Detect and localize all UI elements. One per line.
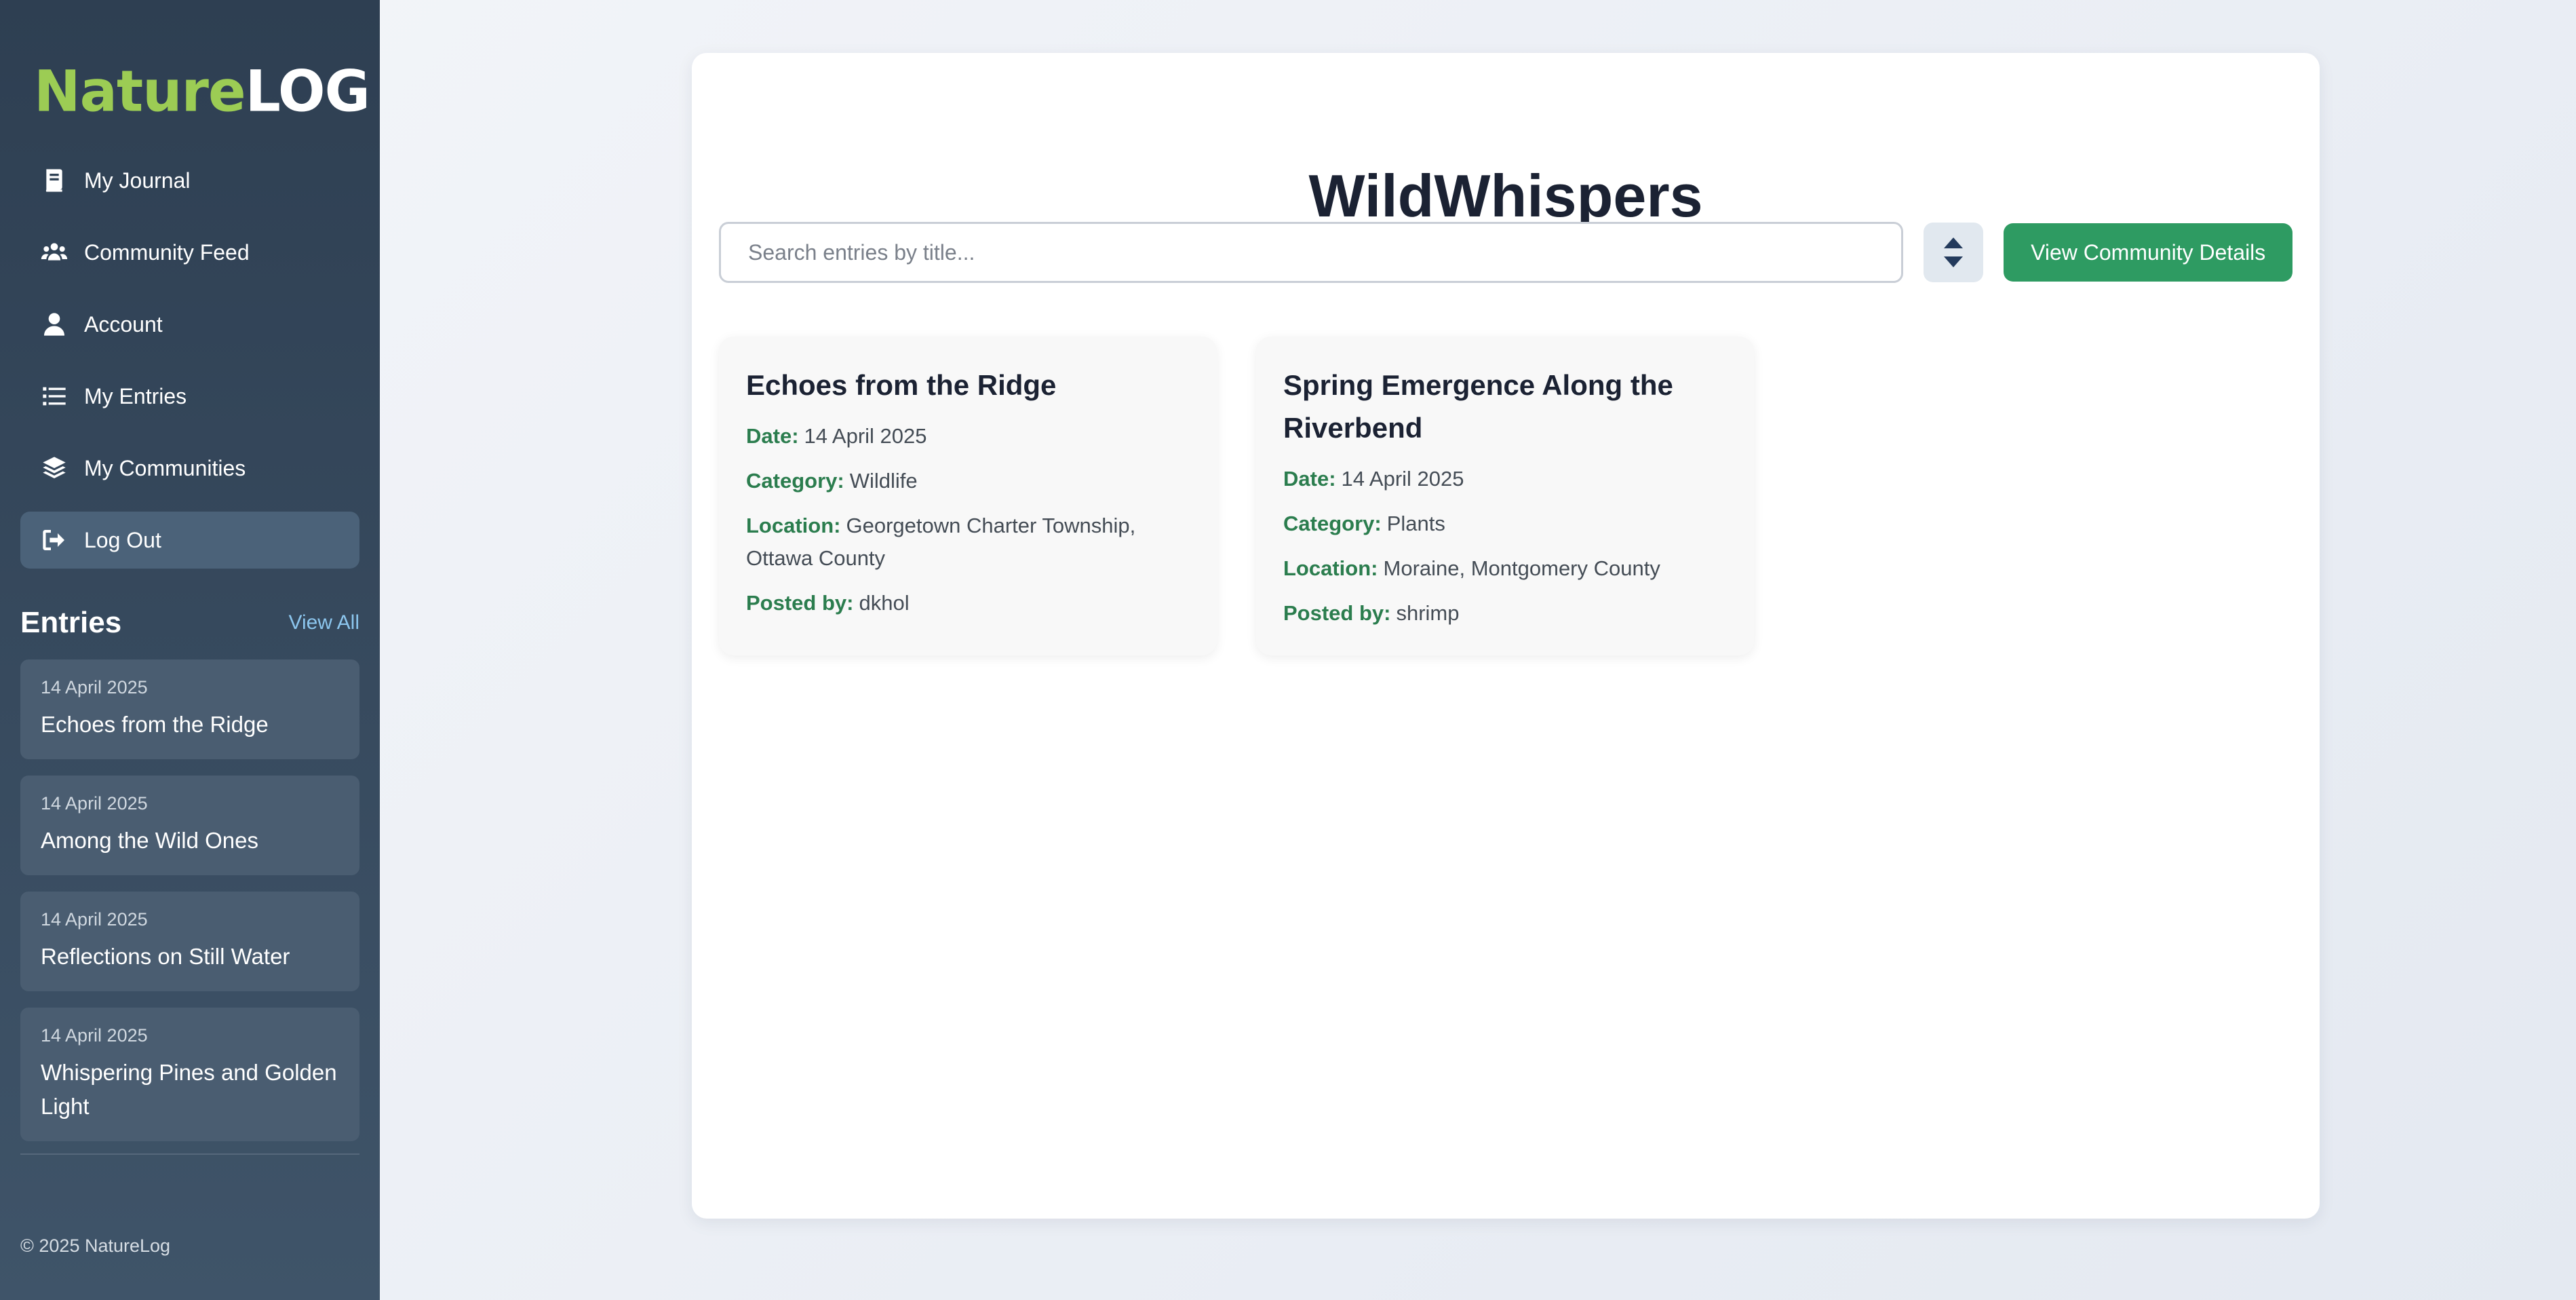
entries-header: Entries View All xyxy=(20,603,359,643)
card-posted-by: Posted by: dkhol xyxy=(746,591,910,615)
sidebar: NatureLOG My Journal Community Feed Acco… xyxy=(0,0,380,1300)
card-title: Spring Emergence Along the Riverbend xyxy=(1283,369,1673,444)
sidebar-entry[interactable]: 14 April 2025 Among the Wild Ones xyxy=(20,776,359,875)
nav-label: My Entries xyxy=(84,383,187,408)
nav-my-communities[interactable]: My Communities xyxy=(20,440,359,497)
card-location: Location: Georgetown Charter Township, Ot… xyxy=(746,514,1136,570)
list-icon xyxy=(41,383,68,410)
entry-cards: Echoes from the Ridge Date: 14 April 2025… xyxy=(719,337,1793,655)
card-date: Date: 14 April 2025 xyxy=(1283,467,1464,491)
sort-button[interactable] xyxy=(1924,223,1984,282)
view-all-link[interactable]: View All xyxy=(288,611,359,634)
users-icon xyxy=(41,239,68,266)
entry-title: Whispering Pines and Golden Light xyxy=(41,1060,337,1119)
entry-date: 14 April 2025 xyxy=(41,909,148,930)
nav-label: Log Out xyxy=(84,527,161,552)
entry-date: 14 April 2025 xyxy=(41,1025,148,1046)
view-community-details-button[interactable]: View Community Details xyxy=(2004,223,2292,282)
logo[interactable]: NatureLOG xyxy=(34,59,370,126)
main-panel: WildWhispers View Community Details Echo… xyxy=(692,53,2320,1219)
card-title: Echoes from the Ridge xyxy=(746,369,1057,401)
nav-label: Account xyxy=(84,311,163,337)
entry-title: Reflections on Still Water xyxy=(41,944,290,969)
nav-label: My Journal xyxy=(84,168,191,193)
toolbar: View Community Details xyxy=(719,221,2292,284)
entry-title: Echoes from the Ridge xyxy=(41,712,269,737)
entries-list: 14 April 2025 Echoes from the Ridge 14 A… xyxy=(20,659,359,1141)
entry-title: Among the Wild Ones xyxy=(41,828,258,853)
sidebar-entry[interactable]: 14 April 2025 Whispering Pines and Golde… xyxy=(20,1008,359,1141)
page-title: WildWhispers xyxy=(1308,162,1703,229)
entry-date: 14 April 2025 xyxy=(41,677,148,697)
entry-date: 14 April 2025 xyxy=(41,793,148,814)
card-category: Category: Plants xyxy=(1283,512,1445,535)
card-category: Category: Wildlife xyxy=(746,469,918,493)
entry-card[interactable]: Echoes from the Ridge Date: 14 April 2025… xyxy=(719,337,1217,655)
copyright: © 2025 NatureLog xyxy=(20,1236,171,1256)
logout-icon xyxy=(41,527,68,554)
nav-my-journal[interactable]: My Journal xyxy=(20,152,359,209)
sidebar-divider xyxy=(20,1153,359,1155)
nav-label: My Communities xyxy=(84,455,246,480)
nav-label: Community Feed xyxy=(84,240,250,265)
sidebar-entry[interactable]: 14 April 2025 Reflections on Still Water xyxy=(20,892,359,991)
card-posted-by: Posted by: shrimp xyxy=(1283,601,1460,625)
nav-log-out[interactable]: Log Out xyxy=(20,512,359,569)
sort-icon xyxy=(1944,237,1964,267)
nav-account[interactable]: Account xyxy=(20,296,359,353)
search-input[interactable] xyxy=(719,222,1904,283)
card-date: Date: 14 April 2025 xyxy=(746,424,927,448)
layers-icon xyxy=(41,455,68,482)
entry-card[interactable]: Spring Emergence Along the Riverbend Dat… xyxy=(1256,337,1754,655)
sidebar-nav: My Journal Community Feed Account My Ent… xyxy=(20,152,359,569)
entries-title: Entries xyxy=(20,606,122,639)
nav-my-entries[interactable]: My Entries xyxy=(20,368,359,425)
user-icon xyxy=(41,311,68,338)
nav-community-feed[interactable]: Community Feed xyxy=(20,224,359,281)
journal-icon xyxy=(41,167,68,194)
sidebar-entry[interactable]: 14 April 2025 Echoes from the Ridge xyxy=(20,659,359,759)
card-location: Location: Moraine, Montgomery County xyxy=(1283,556,1660,580)
